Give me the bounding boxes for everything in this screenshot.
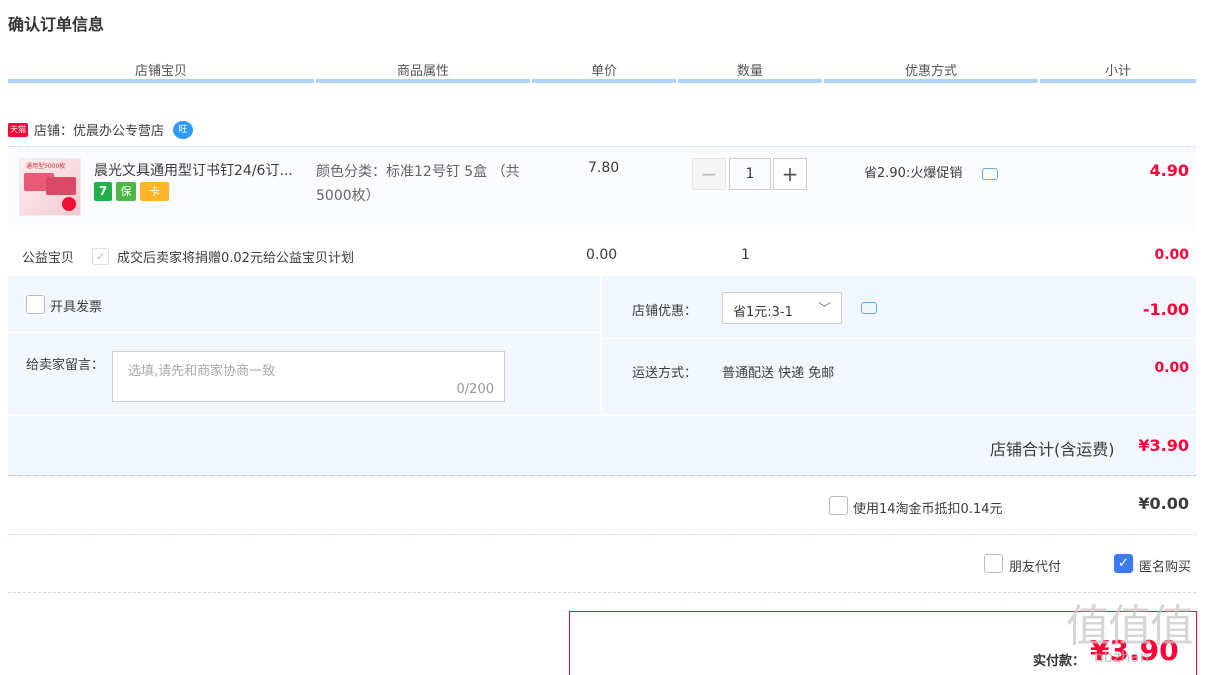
col-header-unit-price: 单价 [590,64,617,79]
anonymous-checkbox[interactable]: ✓ [1114,554,1133,573]
item-row [8,146,1196,230]
shipping-label: 运送方式： [632,366,698,381]
product-title[interactable]: 晨光文具通用型订书钉24/6订... [94,160,293,180]
col-header-discount: 优惠方式 [904,64,957,79]
coins-checkbox[interactable] [829,496,848,515]
anonymous-label: 匿名购买 [1139,560,1192,575]
shop-discount-label: 店铺优惠： [632,304,698,319]
product-thumbnail[interactable]: 通用型5000枚 [19,158,81,216]
tmall-icon: 天猫 [8,122,28,137]
message-char-counter: 0/200 [456,382,494,397]
shop-discount-select[interactable]: 省1元:3-1 ﹀ [722,292,842,324]
discount-comment-icon[interactable] [861,302,877,314]
item-subtotal: 4.90 [1149,161,1189,180]
charity-price: 0.00 [586,247,618,263]
guarantee-icon[interactable]: 保 [116,182,136,201]
quantity-input[interactable]: 1 [729,158,771,190]
charity-text: 成交后卖家将捐赠0.02元给公益宝贝计划 [117,251,354,266]
quantity-decrement-button[interactable]: − [692,158,726,190]
shop-discount-value: 省1元:3-1 [733,305,793,320]
thumbnail-caption: 通用型5000枚 [26,163,66,170]
watermark-logo: 值值值 [1066,601,1194,652]
seller-message-input[interactable]: 选填,请先和商家协商一致 0/200 [112,351,505,402]
col-header-shop-item: 店铺宝贝 [134,64,187,79]
watermark-url: hbzhan [1094,648,1150,666]
shop-discount-amount: -1.00 [1142,300,1189,319]
shipping-method: 普通配送 快递 免邮 [722,366,835,381]
message-placeholder: 选填,请先和商家协商一致 [128,364,276,379]
chevron-down-icon: ﹀ [817,302,831,317]
shop-row: 天猫 店铺：优晨办公专营店 旺 [8,120,194,139]
invoice-checkbox[interactable] [26,295,45,314]
coins-amount: ¥0.00 [1138,494,1189,513]
page-title: 确认订单信息 [8,15,105,34]
wangwang-chat-icon[interactable]: 旺 [173,120,194,139]
col-header-quantity: 数量 [736,64,763,79]
promo-comment-icon[interactable] [982,168,998,180]
item-promotion: 省2.90:火爆促销 [864,166,963,181]
shop-total-label: 店铺合计(含运费) [990,440,1115,459]
charity-label: 公益宝贝 [22,251,75,266]
quantity-increment-button[interactable]: + [773,158,807,190]
message-label: 给卖家留言： [26,358,105,373]
invoice-label: 开具发票 [50,300,103,315]
charity-checkbox[interactable]: ✓ [92,248,109,265]
shop-name[interactable]: 店铺：优晨办公专营店 [34,120,164,139]
shop-total-amount: ¥3.90 [1138,436,1189,455]
col-header-subtotal: 小计 [1104,64,1131,79]
coins-label: 使用14淘金币抵扣0.14元 [853,502,1003,517]
header-divider [8,79,1196,83]
charity-subtotal: 0.00 [1154,247,1189,263]
friend-pay-checkbox[interactable] [984,554,1003,573]
seven-day-return-icon[interactable]: 7 [94,182,112,201]
friend-pay-label: 朋友代付 [1009,560,1062,575]
product-attribute: 颜色分类：标准12号钉 5盒 （共5000枚） [316,164,520,204]
charity-quantity: 1 [741,247,750,263]
shipping-amount: 0.00 [1154,360,1189,376]
unit-price: 7.80 [588,160,620,176]
col-header-attributes: 商品属性 [396,64,449,79]
credit-card-icon[interactable]: 卡 [140,182,169,201]
